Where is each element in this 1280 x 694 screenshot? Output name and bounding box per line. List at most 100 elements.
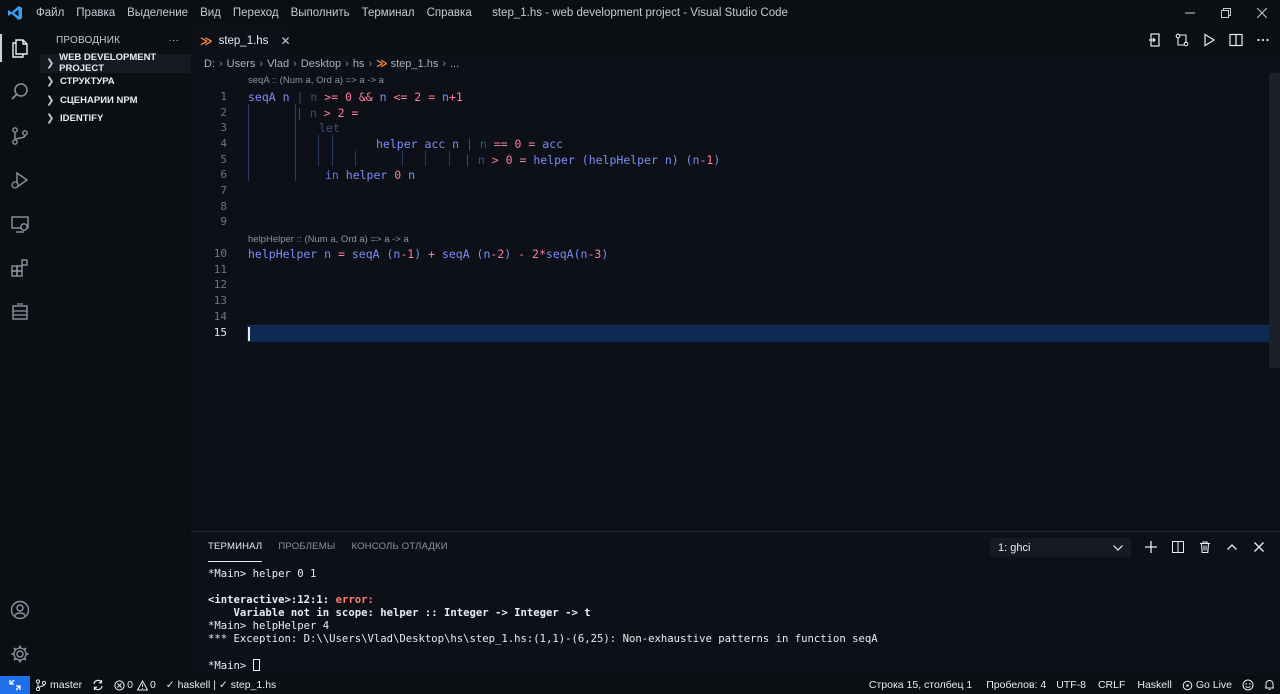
section-outline[interactable]: ❯ СТРУКТУРА <box>40 73 191 92</box>
code-lens-type[interactable]: seqA :: (Num a, Ord a) => a -> a <box>248 75 384 86</box>
menu-terminal[interactable]: Терминал <box>356 0 421 26</box>
menu-go[interactable]: Переход <box>227 0 285 26</box>
code-token: ) <box>713 153 721 167</box>
menu-run[interactable]: Выполнить <box>285 0 356 26</box>
section-identify[interactable]: ❯ IDENTIFY <box>40 110 191 129</box>
tab-label: step_1.hs <box>218 34 269 47</box>
code-token: seqA(n <box>545 247 588 261</box>
close-panel-icon[interactable] <box>1245 535 1272 559</box>
run-icon[interactable] <box>1195 26 1222 54</box>
line-number: 13 <box>213 294 227 307</box>
terminal-output[interactable]: *Main> helper 0 1 <interactive>:12:1: er… <box>208 568 1270 672</box>
editor-scrollbar[interactable] <box>1269 73 1280 531</box>
breadcrumb-item[interactable]: Users <box>227 58 256 70</box>
code-token: == <box>493 137 508 151</box>
more-actions-icon[interactable]: ··· <box>168 35 179 46</box>
error-count: 0 <box>127 679 133 691</box>
line-ending[interactable]: CRLF <box>1093 676 1130 694</box>
tab-terminal[interactable]: ТЕРМИНАЛ <box>208 532 263 562</box>
code-token: 2 <box>532 247 539 261</box>
menu-edit[interactable]: Правка <box>70 0 121 26</box>
code-lens-type[interactable]: helpHelper :: (Num a, Ord a) => a -> a <box>248 234 409 245</box>
line-number: 11 <box>213 263 227 276</box>
breadcrumb-item[interactable]: ... <box>450 58 459 70</box>
branch-name: master <box>50 679 83 691</box>
bell-icon <box>1265 680 1274 690</box>
section-web-development-project[interactable]: ❯ WEB DEVELOPMENT PROJECT <box>40 52 191 74</box>
account-icon[interactable] <box>0 588 40 632</box>
tab-debug-console[interactable]: КОНСОЛЬ ОТЛАДКИ <box>351 532 447 562</box>
run-debug-icon[interactable] <box>0 158 40 202</box>
remote-indicator-icon[interactable] <box>0 676 30 694</box>
terminal-select-value: 1: ghci <box>998 541 1031 554</box>
breadcrumb-item[interactable]: D: <box>204 58 215 70</box>
chevron-right-icon: › <box>219 57 223 70</box>
code-token: helper acc n <box>376 137 467 151</box>
breadcrumb-item[interactable]: hs <box>353 58 365 70</box>
cursor-position[interactable]: Строка 15, столбец 1 <box>864 676 977 694</box>
chevron-right-icon: ❯ <box>46 76 55 88</box>
title-bar: Файл Правка Выделение Вид Переход Выполн… <box>0 0 1280 26</box>
search-icon[interactable] <box>0 70 40 114</box>
split-editor-icon[interactable] <box>1222 26 1249 54</box>
haskell-status[interactable]: ✓ haskell | ✓ step_1.hs <box>161 676 282 694</box>
sync-button[interactable] <box>87 676 109 694</box>
code-editor[interactable]: seqA :: (Num a, Ord a) => a -> a helpHel… <box>191 73 1280 531</box>
code-token: && <box>358 90 373 104</box>
breadcrumb-item[interactable]: Vlad <box>267 58 289 70</box>
feedback-button[interactable] <box>1237 676 1259 694</box>
language-mode[interactable]: Haskell <box>1132 676 1176 694</box>
close-tab-icon[interactable]: ✕ <box>280 34 290 48</box>
gear-icon[interactable] <box>0 632 40 676</box>
terminal-error-label: error: <box>335 594 374 606</box>
chevron-right-icon: › <box>259 57 264 70</box>
breadcrumb-item[interactable]: step_1.hs <box>391 58 439 70</box>
database-icon[interactable] <box>0 290 40 334</box>
minimize-button[interactable] <box>1172 0 1208 26</box>
git-branch-icon <box>35 679 46 691</box>
source-control-icon[interactable] <box>0 114 40 158</box>
new-terminal-icon[interactable] <box>1137 535 1164 559</box>
trash-icon[interactable] <box>1191 535 1218 559</box>
encoding[interactable]: UTF-8 <box>1051 676 1091 694</box>
file-label: step_1.hs <box>230 679 277 691</box>
code-token: seqA (n <box>344 247 401 261</box>
more-editor-actions-icon[interactable] <box>1249 26 1276 54</box>
indentation[interactable]: Пробелов: 4 <box>981 676 1051 694</box>
chevron-right-icon: ❯ <box>46 113 55 125</box>
section-npm-scripts[interactable]: ❯ СЦЕНАРИИ NPM <box>40 91 191 110</box>
menu-help[interactable]: Справка <box>421 0 478 26</box>
menu-selection[interactable]: Выделение <box>121 0 194 26</box>
split-terminal-icon[interactable] <box>1164 535 1191 559</box>
indent-guide <box>425 151 426 166</box>
menu-view[interactable]: Вид <box>194 0 227 26</box>
indent-guide <box>355 151 356 166</box>
remote-explorer-icon[interactable] <box>0 202 40 246</box>
go-live-button[interactable]: Go Live <box>1177 676 1237 694</box>
scrollbar-thumb[interactable] <box>1269 73 1280 368</box>
maximize-panel-icon[interactable] <box>1218 535 1245 559</box>
branch-indicator[interactable]: master <box>30 676 87 694</box>
open-preview-icon[interactable] <box>1141 26 1168 54</box>
breadcrumb-item[interactable]: Desktop <box>301 58 341 70</box>
notifications-button[interactable] <box>1259 676 1280 694</box>
problems-indicator[interactable]: 0 0 <box>109 676 161 694</box>
code-token: 0 <box>505 153 513 167</box>
extensions-icon[interactable] <box>0 246 40 290</box>
close-window-button[interactable] <box>1244 0 1280 26</box>
status-bar: master 0 0 ✓ haskell | ✓ step_1.hs Строк… <box>0 676 1280 694</box>
explorer-title: ПРОВОДНИК <box>56 34 121 46</box>
tab-problems[interactable]: ПРОБЛЕМЫ <box>278 532 335 562</box>
tab-step-1-hs[interactable]: ≫ step_1.hs ✕ <box>191 26 291 54</box>
explorer-sidebar: ПРОВОДНИК ··· ❯ WEB DEVELOPMENT PROJECT … <box>40 26 191 676</box>
menu-file[interactable]: Файл <box>30 0 70 26</box>
open-changes-icon[interactable] <box>1168 26 1195 54</box>
text-cursor <box>248 327 250 341</box>
editor-tabs: ≫ step_1.hs ✕ <box>191 26 1280 54</box>
terminal-select[interactable]: 1: ghci <box>990 538 1131 557</box>
code-line-4: helper acc n | n == 0 = acc <box>376 137 563 151</box>
explorer-icon[interactable] <box>0 26 40 70</box>
restore-button[interactable] <box>1208 0 1244 26</box>
